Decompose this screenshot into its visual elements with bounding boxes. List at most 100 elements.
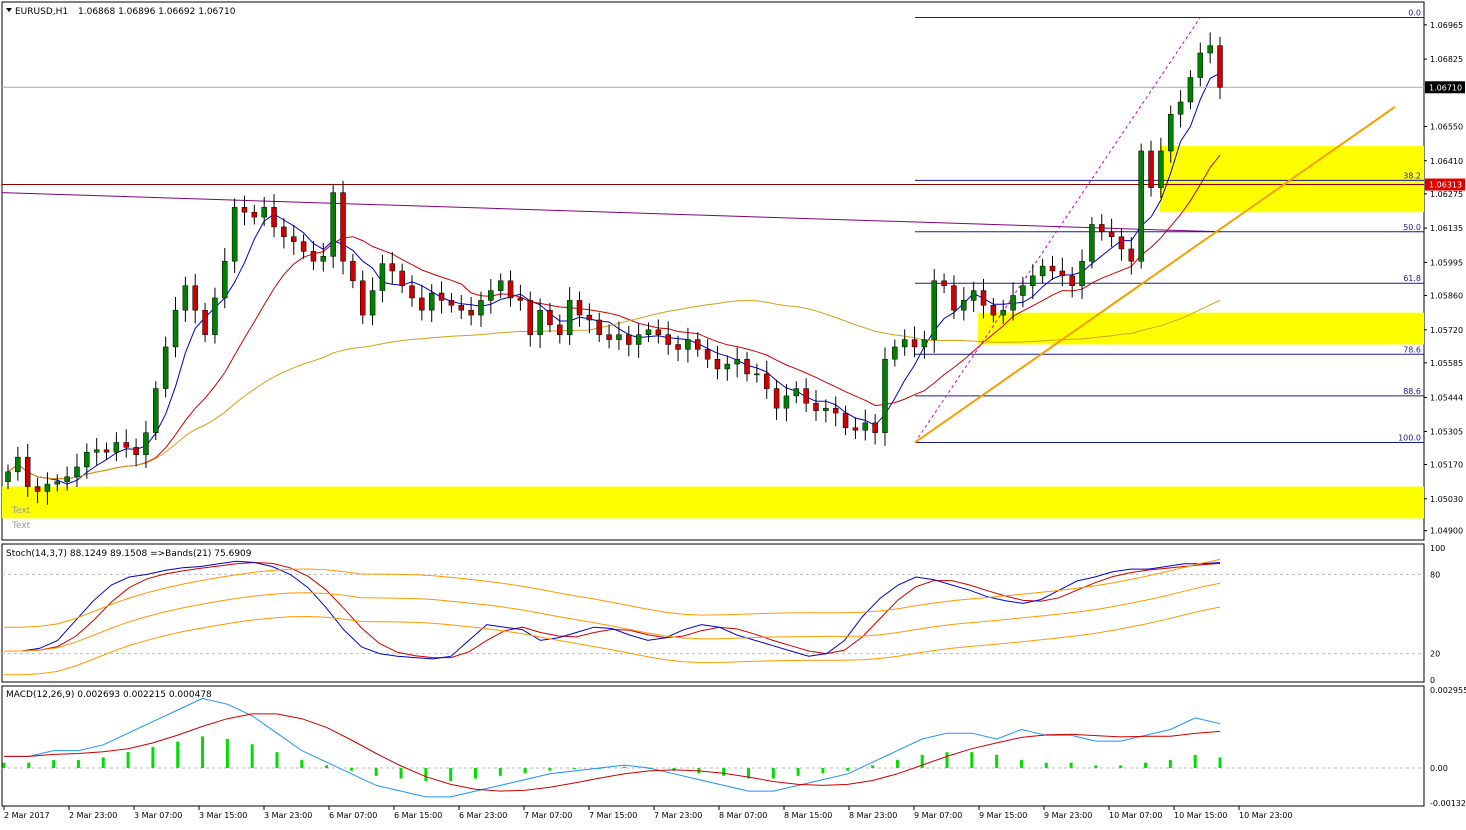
- candle-body[interactable]: [389, 263, 396, 272]
- candle-body[interactable]: [1138, 150, 1144, 262]
- candle-body[interactable]: [281, 226, 287, 237]
- candle-body[interactable]: [497, 280, 504, 291]
- candle-body[interactable]: [892, 346, 898, 360]
- candle-body[interactable]: [172, 309, 179, 348]
- candle-body[interactable]: [123, 442, 129, 448]
- candle-body[interactable]: [842, 412, 849, 429]
- candle-body[interactable]: [734, 358, 740, 365]
- candle-body[interactable]: [793, 388, 800, 397]
- candle-body[interactable]: [1030, 275, 1036, 286]
- candle-body[interactable]: [222, 260, 228, 299]
- candle-body[interactable]: [773, 388, 780, 409]
- candle-body[interactable]: [1059, 270, 1066, 277]
- candle-body[interactable]: [675, 344, 681, 350]
- candle-body[interactable]: [586, 314, 593, 321]
- candle-body[interactable]: [1108, 231, 1115, 237]
- candle-body[interactable]: [645, 329, 652, 335]
- candle-body[interactable]: [488, 290, 494, 301]
- candle-body[interactable]: [872, 422, 878, 433]
- candle-body[interactable]: [557, 324, 563, 335]
- candle-body[interactable]: [54, 481, 61, 485]
- candle-body[interactable]: [44, 483, 51, 492]
- candle-body[interactable]: [5, 471, 11, 482]
- candle-body[interactable]: [695, 339, 701, 350]
- candle-body[interactable]: [162, 346, 169, 389]
- candle-body[interactable]: [685, 339, 691, 350]
- candle-body[interactable]: [212, 297, 218, 335]
- candle-body[interactable]: [231, 207, 238, 262]
- candle-body[interactable]: [182, 285, 189, 311]
- candle-body[interactable]: [448, 300, 455, 306]
- candle-body[interactable]: [655, 329, 662, 335]
- candle-body[interactable]: [438, 292, 445, 301]
- candle-body[interactable]: [970, 290, 977, 301]
- candle-body[interactable]: [862, 422, 869, 431]
- candle-body[interactable]: [1187, 77, 1194, 103]
- candle-body[interactable]: [113, 442, 120, 453]
- candle-body[interactable]: [103, 449, 110, 453]
- candle-body[interactable]: [84, 452, 90, 468]
- candle-body[interactable]: [527, 300, 533, 335]
- candle-body[interactable]: [754, 373, 760, 376]
- candle-body[interactable]: [1177, 101, 1184, 115]
- candle-body[interactable]: [1128, 248, 1135, 262]
- candle-body[interactable]: [547, 309, 553, 326]
- candle-body[interactable]: [1158, 150, 1164, 188]
- candle-body[interactable]: [783, 395, 790, 409]
- candle-body[interactable]: [1118, 236, 1125, 250]
- candle-body[interactable]: [310, 251, 317, 262]
- candle-body[interactable]: [1039, 265, 1046, 277]
- candle-body[interactable]: [744, 358, 750, 375]
- candle-body[interactable]: [823, 407, 829, 411]
- candle-body[interactable]: [941, 280, 947, 286]
- candle-body[interactable]: [143, 432, 149, 455]
- candle-body[interactable]: [419, 297, 425, 311]
- candle-body[interactable]: [517, 297, 524, 301]
- candle-body[interactable]: [1069, 275, 1075, 286]
- candle-body[interactable]: [350, 260, 356, 282]
- candle-body[interactable]: [961, 300, 967, 311]
- candle-body[interactable]: [921, 339, 928, 348]
- chart-svg[interactable]: Text Text 0.0 38.2 50.0 61.8 78.6 88.6 100.0 10…: [0, 0, 1466, 826]
- candle-body[interactable]: [74, 466, 80, 478]
- candle-body[interactable]: [153, 388, 159, 433]
- candle-body[interactable]: [369, 290, 376, 316]
- candle-body[interactable]: [468, 309, 474, 316]
- candle-body[interactable]: [379, 263, 386, 291]
- candle-body[interactable]: [714, 358, 721, 370]
- candle-body[interactable]: [458, 305, 465, 311]
- candle-body[interactable]: [202, 309, 208, 335]
- candle-body[interactable]: [241, 207, 248, 213]
- candle-body[interactable]: [1197, 52, 1204, 78]
- candle-body[interactable]: [291, 236, 297, 242]
- candle-body[interactable]: [1049, 265, 1056, 272]
- candle-body[interactable]: [951, 285, 957, 311]
- candle-body[interactable]: [478, 300, 484, 316]
- candle-body[interactable]: [803, 388, 809, 404]
- candle-body[interactable]: [1089, 224, 1095, 262]
- candle-body[interactable]: [665, 334, 671, 345]
- candle-body[interactable]: [261, 207, 267, 218]
- candle-body[interactable]: [704, 349, 711, 360]
- candle-body[interactable]: [300, 241, 307, 252]
- candle-body[interactable]: [1148, 150, 1154, 188]
- candle-body[interactable]: [1099, 224, 1105, 233]
- candle-body[interactable]: [340, 192, 346, 262]
- candle-body[interactable]: [93, 449, 100, 453]
- candle-body[interactable]: [428, 292, 435, 311]
- candle-body[interactable]: [1207, 45, 1213, 54]
- candle-body[interactable]: [911, 339, 918, 348]
- candle-body[interactable]: [409, 285, 415, 299]
- candle-body[interactable]: [271, 207, 277, 228]
- candle-body[interactable]: [320, 256, 327, 262]
- candle-body[interactable]: [635, 334, 642, 345]
- candle-body[interactable]: [990, 305, 997, 316]
- candle-body[interactable]: [1020, 285, 1026, 296]
- candle-body[interactable]: [1167, 113, 1174, 152]
- candle-body[interactable]: [931, 280, 937, 340]
- candle-body[interactable]: [596, 319, 602, 335]
- candle-body[interactable]: [24, 456, 31, 487]
- candle-body[interactable]: [566, 300, 573, 335]
- candle-body[interactable]: [64, 476, 70, 482]
- candle-body[interactable]: [507, 280, 514, 299]
